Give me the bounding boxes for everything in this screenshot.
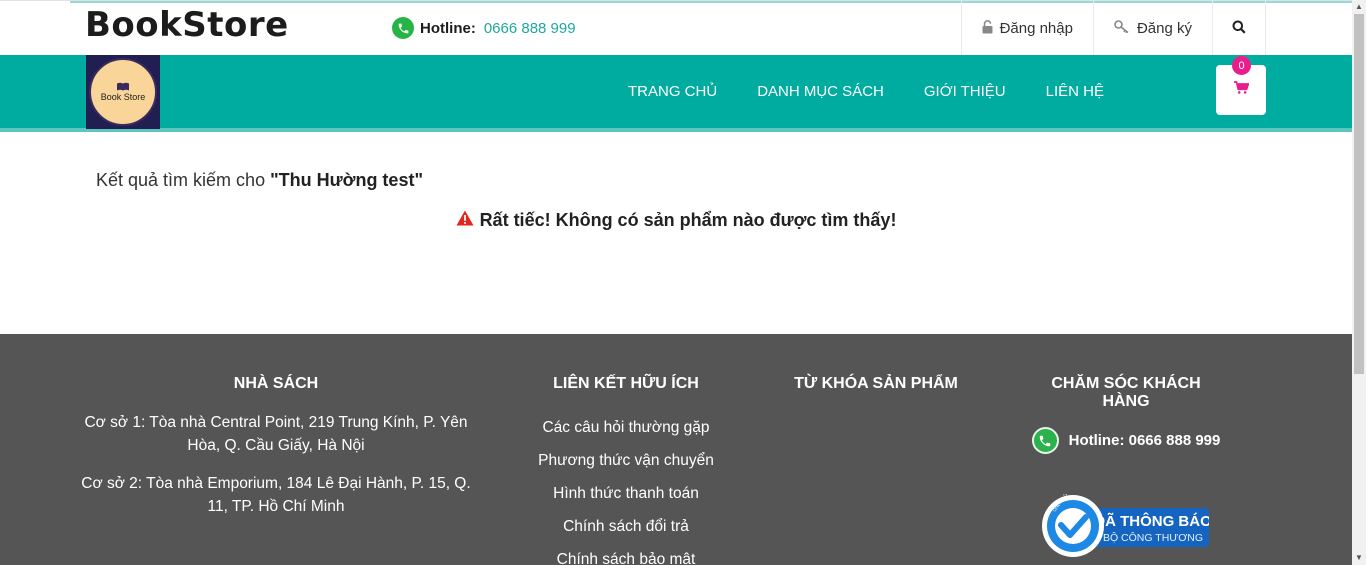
register-label: Đăng ký (1136, 20, 1192, 37)
footer-link-shipping[interactable]: Phương thức vận chuyển (506, 444, 746, 477)
ministry-registration-badge[interactable]: ĐÃ THÔNG BÁO BỘ CÔNG THƯƠNG ONLINE.GOV.V… (1041, 494, 1209, 558)
footer-col-support: CHĂM SÓC KHÁCH HÀNG Hotline: 0666 888 99… (1026, 334, 1226, 557)
footer-col-keywords: TỪ KHÓA SẢN PHẨM (786, 334, 966, 411)
footer-links-list: Các câu hỏi thường gặp Phương thức vận c… (506, 411, 746, 565)
footer-title-links: LIÊN KẾT HỮU ÍCH (553, 375, 699, 392)
search-button[interactable] (1212, 1, 1266, 56)
lock-icon (982, 19, 993, 38)
phone-icon (1031, 427, 1059, 454)
brand-badge: Book Store (89, 58, 157, 126)
footer-address-1: Cơ sở 1: Tòa nhà Central Point, 219 Trun… (84, 414, 468, 454)
main-navbar: Book Store TRANG CHỦ DANH MỤC SÁCH GIỚI … (0, 55, 1352, 132)
cart-icon (1233, 81, 1250, 99)
footer-col-links: LIÊN KẾT HỮU ÍCH Các câu hỏi thường gặp … (506, 334, 746, 565)
nav-item-home[interactable]: TRANG CHỦ (628, 83, 717, 100)
footer-title-keywords: TỪ KHÓA SẢN PHẨM (794, 375, 958, 392)
phone-icon (392, 17, 414, 39)
scroll-thumb[interactable] (1354, 14, 1364, 374)
footer-link-returns[interactable]: Chính sách đổi trả (506, 510, 746, 543)
search-icon (1232, 20, 1246, 38)
login-link[interactable]: Đăng nhập (960, 1, 1093, 56)
footer-link-privacy[interactable]: Chính sách bảo mật (506, 543, 746, 565)
brand-logo[interactable]: Book Store (86, 55, 160, 129)
top-header: BookStore Hotline: 0666 888 999 Đăng nhậ… (0, 0, 1352, 56)
badge-title: ĐÃ THÔNG BÁO (1094, 512, 1209, 530)
login-label: Đăng nhập (999, 20, 1073, 37)
no-result-message: Rất tiếc! Không có sản phẩm nào được tìm… (0, 210, 1352, 231)
footer-title-bookstore: NHÀ SÁCH (233, 375, 319, 392)
no-result-text: Rất tiếc! Không có sản phẩm nào được tìm… (479, 210, 897, 230)
nav-menu: TRANG CHỦ DANH MỤC SÁCH GIỚI THIỆU LIÊN … (628, 55, 1104, 128)
hotline-number[interactable]: 0666 888 999 (484, 20, 576, 37)
search-query: "Thu Hường test" (270, 170, 423, 190)
site-logo[interactable]: BookStore (85, 4, 289, 46)
footer-hotline: Hotline: 0666 888 999 (1026, 427, 1226, 454)
footer-address-2: Cơ sở 2: Tòa nhà Emporium, 184 Lê Đại Hà… (81, 475, 471, 515)
footer-title-support: CHĂM SÓC KHÁCH HÀNG (1051, 375, 1201, 410)
footer-hotline-text[interactable]: Hotline: 0666 888 999 (1069, 432, 1221, 449)
site-footer: NHÀ SÁCH Cơ sở 1: Tòa nhà Central Point,… (0, 334, 1352, 565)
nav-item-about[interactable]: GIỚI THIỆU (924, 83, 1006, 100)
scroll-up-icon[interactable]: ▲ (1352, 0, 1366, 14)
key-icon (1114, 19, 1130, 38)
badge-subtitle: BỘ CÔNG THƯƠNG (1103, 531, 1203, 544)
hotline-label: Hotline: (420, 19, 476, 37)
nav-item-contact[interactable]: LIÊN HỆ (1046, 83, 1104, 100)
header-hotline: Hotline: 0666 888 999 (392, 17, 576, 39)
brand-label: Book Store (100, 92, 146, 102)
search-result-prefix: Kết quả tìm kiếm cho (96, 170, 266, 190)
cart-button[interactable]: 0 (1216, 56, 1266, 115)
footer-col-bookstore: NHÀ SÁCH Cơ sở 1: Tòa nhà Central Point,… (76, 334, 476, 533)
scroll-down-icon[interactable]: ▼ (1352, 551, 1366, 565)
cart-count-badge: 0 (1232, 56, 1251, 75)
page-scrollbar[interactable]: ▲ ▼ (1352, 0, 1366, 565)
register-link[interactable]: Đăng ký (1092, 1, 1212, 56)
footer-link-faq[interactable]: Các câu hỏi thường gặp (506, 411, 746, 444)
account-actions: Đăng nhập Đăng ký (960, 1, 1266, 56)
search-result-heading: Kết quả tìm kiếm cho "Thu Hường test" (96, 170, 423, 191)
warning-icon (456, 210, 474, 231)
nav-item-categories[interactable]: DANH MỤC SÁCH (757, 83, 884, 100)
book-icon (117, 82, 129, 91)
footer-link-payment[interactable]: Hình thức thanh toán (506, 477, 746, 510)
